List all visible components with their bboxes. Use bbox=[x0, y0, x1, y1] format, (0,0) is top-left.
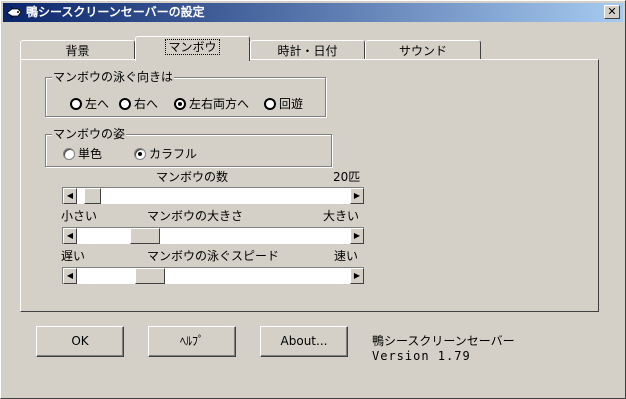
radio-roam[interactable]: 回遊 bbox=[264, 95, 303, 112]
scroll-left-icon[interactable]: ◀ bbox=[63, 228, 77, 244]
radio-indicator bbox=[264, 97, 276, 110]
radio-single-color[interactable]: 単色 bbox=[63, 145, 102, 162]
speed-slider[interactable]: ◀ ▶ bbox=[62, 267, 364, 284]
size-slider[interactable]: ◀ ▶ bbox=[62, 227, 364, 244]
figure-group-label: マンボウの姿 bbox=[52, 127, 127, 141]
settings-window: 鴨シースクリーンセーバーの設定 ✕ 背景 マンボウ 時計・日付 サウンド マンボ… bbox=[0, 0, 626, 399]
radio-colorful[interactable]: カラフル bbox=[134, 145, 197, 162]
ok-button[interactable]: OK bbox=[36, 326, 124, 357]
size-min-label: 小さい bbox=[61, 209, 98, 223]
speed-min-label: 遅い bbox=[61, 249, 86, 263]
count-slider-label: マンボウの数 bbox=[156, 170, 229, 184]
app-version: Version 1.79 bbox=[372, 349, 471, 363]
radio-both[interactable]: 左右両方へ bbox=[174, 95, 249, 112]
radio-left[interactable]: 左へ bbox=[70, 95, 109, 112]
size-slider-label: マンボウの大きさ bbox=[147, 209, 244, 223]
radio-indicator bbox=[70, 97, 82, 110]
speed-max-label: 速い bbox=[334, 249, 359, 263]
help-button[interactable]: ﾍﾙﾌﾟ bbox=[148, 326, 236, 357]
radio-label: 左右両方へ bbox=[189, 97, 250, 111]
app-name: 鴨シースクリーンセーバー bbox=[372, 334, 515, 348]
about-info: 鴨シースクリーンセーバー Version 1.79 bbox=[372, 334, 515, 364]
radio-indicator bbox=[119, 97, 131, 110]
about-button[interactable]: About... bbox=[260, 326, 348, 357]
tab-label: マンボウ bbox=[165, 39, 220, 55]
speed-slider-thumb[interactable] bbox=[135, 268, 165, 284]
scroll-left-icon[interactable]: ◀ bbox=[63, 268, 77, 284]
app-icon bbox=[6, 6, 22, 19]
direction-group-label: マンボウの泳ぐ向きは bbox=[52, 70, 175, 84]
size-max-label: 大きい bbox=[323, 209, 360, 223]
close-button[interactable]: ✕ bbox=[604, 5, 620, 19]
speed-slider-label: マンボウの泳ぐスピード bbox=[147, 249, 280, 263]
count-slider[interactable]: ◀ ▶ bbox=[62, 187, 364, 204]
scroll-right-icon[interactable]: ▶ bbox=[350, 188, 364, 204]
radio-label: 回遊 bbox=[279, 97, 304, 111]
tab-manbou[interactable]: マンボウ bbox=[135, 36, 250, 61]
title-bar: 鴨シースクリーンセーバーの設定 ✕ bbox=[3, 3, 623, 22]
direction-group: マンボウの泳ぐ向きは 左へ 右へ 左右両方へ 回遊 bbox=[45, 70, 326, 117]
figure-group: マンボウの姿 単色 カラフル bbox=[45, 127, 332, 167]
tab-label: サウンド bbox=[398, 44, 447, 58]
scroll-right-icon[interactable]: ▶ bbox=[350, 268, 364, 284]
tab-label: 時計・日付 bbox=[277, 44, 338, 58]
radio-right[interactable]: 右へ bbox=[119, 95, 158, 112]
radio-indicator bbox=[63, 147, 75, 160]
count-value-label: 20匹 bbox=[333, 170, 361, 184]
radio-indicator bbox=[174, 97, 186, 110]
window-title: 鴨シースクリーンセーバーの設定 bbox=[26, 5, 205, 19]
radio-label: カラフル bbox=[149, 147, 198, 161]
scroll-right-icon[interactable]: ▶ bbox=[350, 228, 364, 244]
radio-label: 右へ bbox=[134, 97, 159, 111]
scroll-left-icon[interactable]: ◀ bbox=[63, 188, 77, 204]
radio-indicator bbox=[134, 147, 146, 160]
radio-label: 左へ bbox=[85, 97, 110, 111]
count-slider-thumb[interactable] bbox=[84, 188, 101, 204]
tab-label: 背景 bbox=[65, 44, 90, 58]
radio-label: 単色 bbox=[78, 147, 103, 161]
size-slider-thumb[interactable] bbox=[130, 228, 160, 244]
